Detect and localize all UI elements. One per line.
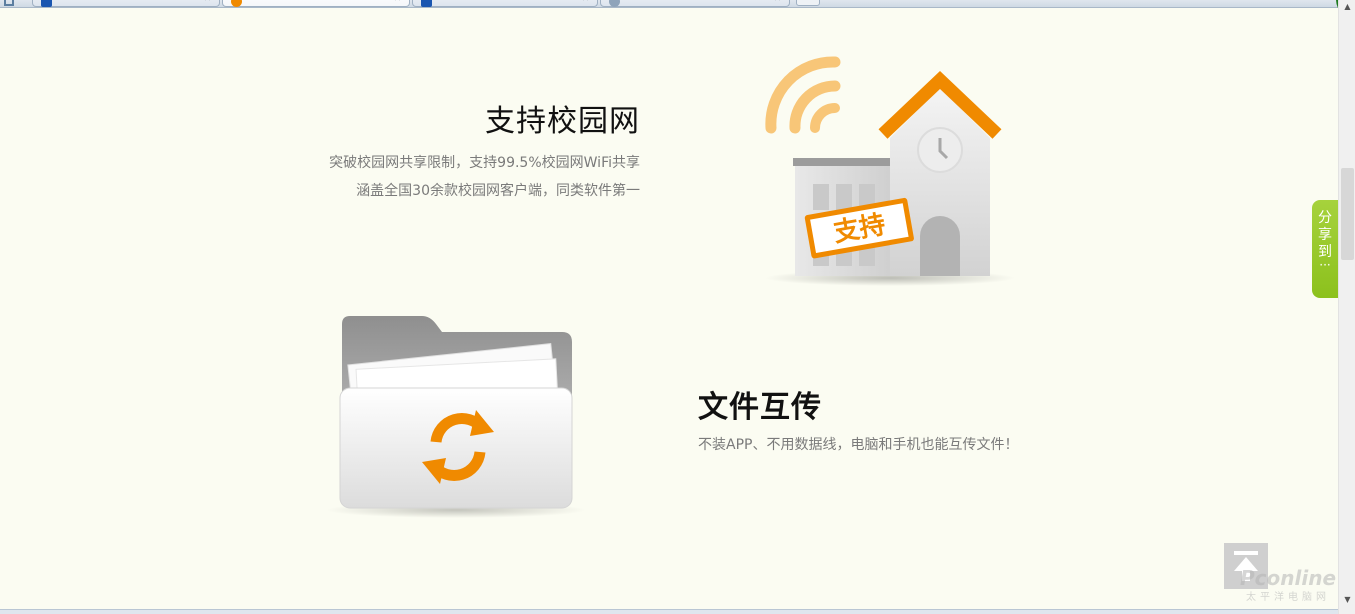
wifi-signal-icon xyxy=(765,56,841,134)
vertical-scrollbar[interactable]: ▲ ▼ xyxy=(1338,0,1355,614)
feature-transfer-title: 文件互传 xyxy=(698,390,822,425)
scroll-up-arrow-icon[interactable]: ▲ xyxy=(1339,0,1355,14)
home-icon[interactable] xyxy=(4,0,14,6)
share-label-char1: 分 xyxy=(1318,210,1332,226)
share-label-char2: 享 xyxy=(1318,227,1332,243)
new-tab-button[interactable] xyxy=(796,0,820,6)
scrollbar-thumb[interactable] xyxy=(1341,168,1354,260)
browser-tab-active[interactable]: ✕ xyxy=(222,0,410,7)
close-icon[interactable]: ✕ xyxy=(393,0,401,4)
share-more-dots: ··· xyxy=(1319,258,1331,272)
scroll-down-arrow-icon[interactable]: ▼ xyxy=(1339,593,1355,607)
close-icon[interactable]: ✕ xyxy=(773,0,781,4)
site-watermark-sub: 太平洋电脑网 xyxy=(1246,592,1330,603)
feature-transfer-description: 不装APP、不用数据线，电脑和手机也能互传文件！ xyxy=(698,437,1019,453)
browser-tab[interactable]: ✕ xyxy=(600,0,790,7)
file-folder-illustration xyxy=(326,316,586,518)
close-icon[interactable]: ✕ xyxy=(581,0,589,4)
share-to-button[interactable]: 分 享 到 ··· xyxy=(1312,200,1338,298)
globe-icon xyxy=(609,0,620,7)
browser-tab-strip: ✕ ✕ ✕ ✕ xyxy=(0,0,1338,8)
browser-tab[interactable]: ✕ xyxy=(412,0,598,7)
feature-campus-desc-line2: 涵盖全国30余款校园网客户端，同类软件第一 xyxy=(356,183,640,199)
campus-building-illustration: 支持 xyxy=(765,56,1015,286)
site-watermark: Pconline xyxy=(1240,566,1337,590)
doc-icon xyxy=(41,0,52,7)
feature-campus-desc-line1: 突破校园网共享限制，支持99.5%校园网WiFi共享 xyxy=(329,155,640,171)
browser-tab[interactable]: ✕ xyxy=(32,0,220,7)
feature-campus-title: 支持校园网 xyxy=(485,104,640,139)
close-icon[interactable]: ✕ xyxy=(203,0,211,4)
feature-campus-description: 突破校园网共享限制，支持99.5%校园网WiFi共享 涵盖全国30余款校园网客户… xyxy=(240,149,640,205)
wifi-app-icon xyxy=(231,0,242,7)
doc-icon xyxy=(421,0,432,7)
horizontal-scrollbar[interactable] xyxy=(0,609,1338,614)
